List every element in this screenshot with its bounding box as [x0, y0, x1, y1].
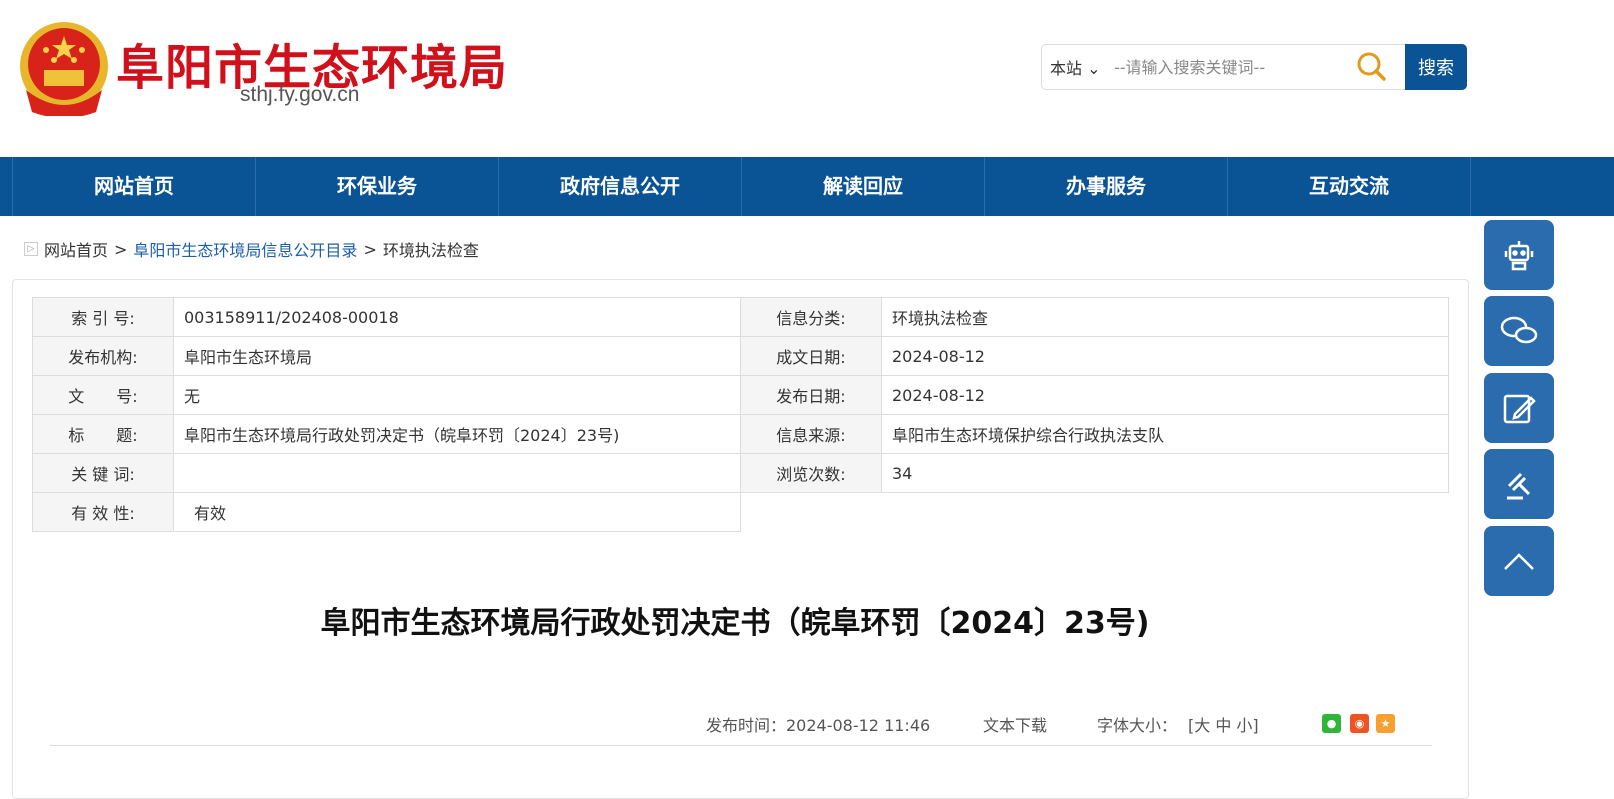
label-source: 信息来源: [740, 414, 882, 454]
back-to-top-button[interactable] [1484, 526, 1554, 596]
label-title: 标 题: [32, 414, 174, 454]
law-enforcement-button[interactable] [1484, 449, 1554, 519]
value-publisher: 阜阳市生态环境局 [173, 336, 741, 376]
favorite-star-icon[interactable]: ★ [1376, 714, 1395, 733]
table-row: 文 号: 无发布日期: 2024-08-12 [32, 375, 1449, 415]
search-button[interactable]: 搜索 [1405, 44, 1467, 90]
publish-time: 发布时间：2024-08-12 11:46 [706, 716, 931, 735]
label-category: 信息分类: [740, 297, 882, 337]
nav-home[interactable]: 网站首页 [13, 157, 256, 216]
value-written-date: 2024-08-12 [881, 336, 1449, 376]
label-views: 浏览次数: [740, 453, 882, 493]
main-nav: 网站首页 环保业务 政府信息公开 解读回应 办事服务 互动交流 [0, 157, 1614, 216]
search-input[interactable] [1114, 47, 1352, 87]
value-doc-number: 无 [173, 375, 741, 415]
nav-interpretation[interactable]: 解读回应 [742, 157, 985, 216]
robot-icon [1504, 241, 1534, 271]
download-link[interactable]: 文本下载 [983, 712, 1047, 736]
header: 阜阳市生态环境局 sthj.fy.gov.cn 本站 ⌄ 搜索 [0, 0, 1614, 157]
value-keywords [173, 453, 741, 493]
scope-label: 本站 [1050, 59, 1083, 78]
wechat-button[interactable] [1484, 296, 1554, 366]
value-publish-date: 2024-08-12 [881, 375, 1449, 415]
search-icon[interactable] [1352, 47, 1392, 87]
label-publisher: 发布机构: [32, 336, 174, 376]
table-row: 索 引 号: 003158911/202408-00018 信息分类: 环境执法检查 [32, 297, 1449, 337]
breadcrumb-catalog[interactable]: 阜阳市生态环境局信息公开目录 [133, 237, 357, 261]
value-title: 阜阳市生态环境局行政处罚决定书（皖阜环罚〔2024〕23号) [173, 414, 741, 454]
label-publish-date: 发布日期: [740, 375, 882, 415]
nav-env-business[interactable]: 环保业务 [256, 157, 499, 216]
national-emblem-logo [20, 22, 108, 116]
value-views: 34 [881, 453, 1449, 493]
font-size-label: 字体大小： [1097, 716, 1178, 735]
home-icon: ▷ [24, 242, 38, 256]
chevron-up-icon [1504, 553, 1534, 570]
search-bar: 本站 ⌄ 搜索 [1041, 44, 1467, 90]
robot-assistant-button[interactable] [1484, 220, 1554, 290]
label-index: 索 引 号: [32, 297, 174, 337]
value-index: 003158911/202408-00018 [173, 297, 741, 337]
breadcrumb-separator: > [363, 239, 377, 259]
table-row: 有 效 性: 有效 [32, 492, 1449, 532]
gavel-icon [1507, 472, 1531, 500]
value-source: 阜阳市生态环境保护综合行政执法支队 [881, 414, 1449, 454]
search-scope-select[interactable]: 本站 ⌄ [1042, 55, 1114, 79]
breadcrumb-separator: > [114, 239, 128, 259]
breadcrumb-current: 环境执法检查 [382, 241, 479, 260]
nav-services[interactable]: 办事服务 [985, 157, 1228, 216]
label-doc-number: 文 号: [32, 375, 174, 415]
site-url: sthj.fy.gov.cn [240, 83, 360, 106]
breadcrumb-home[interactable]: 网站首页 [44, 237, 108, 261]
breadcrumb: ▷ 网站首页 > 阜阳市生态环境局信息公开目录 > 环境执法检查 [24, 237, 479, 261]
label-written-date: 成文日期: [740, 336, 882, 376]
edit-icon [1503, 394, 1536, 424]
chevron-down-icon: ⌄ [1087, 59, 1101, 78]
label-validity: 有 效 性: [32, 492, 174, 532]
weibo-share-icon[interactable]: ◉ [1350, 714, 1369, 733]
value-category: 环境执法检查 [881, 297, 1449, 337]
info-table: 索 引 号: 003158911/202408-00018 信息分类: 环境执法检查 … [32, 297, 1449, 532]
feedback-button[interactable] [1484, 373, 1554, 443]
nav-interaction[interactable]: 互动交流 [1228, 157, 1471, 216]
wechat-icon [1500, 316, 1538, 344]
nav-gov-info[interactable]: 政府信息公开 [499, 157, 742, 216]
table-row: 标 题: 阜阳市生态环境局行政处罚决定书（皖阜环罚〔2024〕23号) 信息来源: 阜… [32, 414, 1449, 454]
label-keywords: 关 键 词: [32, 453, 174, 493]
value-validity: 有效 [173, 492, 741, 532]
table-row: 发布机构: 阜阳市生态环境局 成文日期: 2024-08-12 [32, 336, 1449, 376]
font-size-options[interactable]: [大 中 小] [1188, 712, 1259, 736]
article-title: 阜阳市生态环境局行政处罚决定书（皖阜环罚〔2024〕23号) [320, 606, 1150, 641]
table-row: 关 键 词: 浏览次数: 34 [32, 453, 1449, 493]
divider [50, 745, 1432, 746]
wechat-share-icon[interactable]: ● [1322, 714, 1341, 733]
